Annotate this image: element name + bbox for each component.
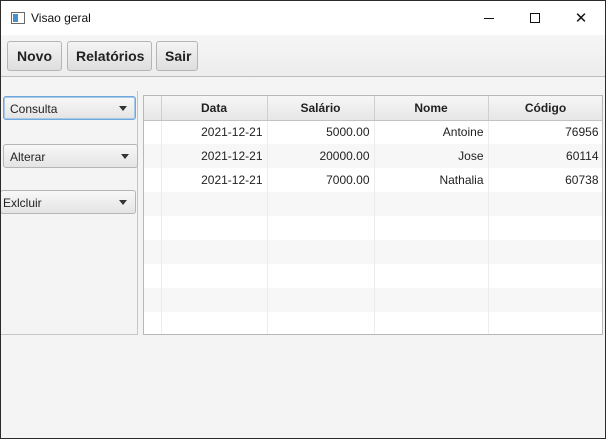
row-spacer-cell — [144, 168, 162, 192]
cell-salario[interactable] — [267, 312, 375, 334]
table-header-row: Data Salário Nome Código — [144, 96, 602, 121]
alterar-select[interactable]: Alterar — [3, 144, 138, 168]
cell-data[interactable] — [161, 312, 268, 334]
table-corner — [144, 96, 162, 121]
chevron-down-icon — [119, 200, 127, 205]
table-row[interactable] — [144, 288, 602, 312]
table-row[interactable] — [144, 216, 602, 240]
cell-salario[interactable]: 20000.00 — [267, 144, 375, 168]
column-header-codigo[interactable]: Código — [488, 96, 602, 121]
cell-nome[interactable] — [374, 192, 489, 216]
novo-button[interactable]: Novo — [7, 41, 62, 71]
cell-salario[interactable]: 7000.00 — [267, 168, 375, 192]
cell-salario[interactable]: 5000.00 — [267, 120, 375, 144]
cell-data[interactable] — [161, 240, 268, 264]
row-spacer-cell — [144, 216, 162, 240]
cell-data[interactable] — [161, 192, 268, 216]
column-header-nome[interactable]: Nome — [374, 96, 489, 121]
sidebar: Consulta Alterar Exlcluir — [1, 91, 138, 335]
cell-nome[interactable] — [374, 216, 489, 240]
data-table[interactable]: Data Salário Nome Código 2021-12-21 5000.… — [143, 95, 603, 335]
cell-codigo[interactable] — [488, 264, 602, 288]
cell-codigo[interactable]: 60738 — [488, 168, 602, 192]
column-header-salario[interactable]: Salário — [267, 96, 375, 121]
row-spacer-cell — [144, 144, 162, 168]
table-row[interactable] — [144, 240, 602, 264]
cell-data[interactable] — [161, 264, 268, 288]
sair-button[interactable]: Sair — [156, 41, 198, 71]
title-bar[interactable]: Visao geral ✕ — [1, 1, 605, 35]
cell-codigo[interactable]: 60114 — [488, 144, 602, 168]
row-spacer-cell — [144, 192, 162, 216]
cell-data[interactable]: 2021-12-21 — [161, 120, 268, 144]
cell-nome[interactable]: Nathalia — [374, 168, 489, 192]
cell-data[interactable]: 2021-12-21 — [161, 168, 268, 192]
table-row[interactable]: 2021-12-21 7000.00 Nathalia 60738 — [144, 168, 602, 192]
cell-nome[interactable]: Jose — [374, 144, 489, 168]
table-row[interactable]: 2021-12-21 5000.00 Antoine 76956 — [144, 120, 602, 144]
cell-codigo[interactable] — [488, 312, 602, 334]
table-row[interactable] — [144, 192, 602, 216]
maximize-button[interactable] — [512, 1, 558, 35]
row-spacer-cell — [144, 264, 162, 288]
row-spacer-cell — [144, 120, 162, 144]
toolbar: Novo Relatórios Sair — [1, 35, 605, 77]
excluir-select-value: Exlcluir — [3, 196, 42, 210]
main-window: Visao geral ✕ Novo Relatórios Sair Consu… — [1, 1, 605, 438]
row-spacer-cell — [144, 312, 162, 334]
cell-nome[interactable] — [374, 264, 489, 288]
chevron-down-icon — [121, 154, 129, 159]
cell-codigo[interactable] — [488, 192, 602, 216]
cell-codigo[interactable] — [488, 240, 602, 264]
cell-salario[interactable] — [267, 288, 375, 312]
cell-data[interactable] — [161, 216, 268, 240]
cell-data[interactable]: 2021-12-21 — [161, 144, 268, 168]
cell-nome[interactable] — [374, 312, 489, 334]
excluir-select[interactable]: Exlcluir — [1, 190, 136, 214]
cell-data[interactable] — [161, 288, 268, 312]
cell-salario[interactable] — [267, 240, 375, 264]
table-row[interactable]: 2021-12-21 20000.00 Jose 60114 — [144, 144, 602, 168]
cell-codigo[interactable]: 76956 — [488, 120, 602, 144]
relatorios-button[interactable]: Relatórios — [67, 41, 152, 71]
cell-codigo[interactable] — [488, 288, 602, 312]
close-icon: ✕ — [574, 8, 588, 27]
cell-nome[interactable] — [374, 240, 489, 264]
cell-codigo[interactable] — [488, 216, 602, 240]
cell-salario[interactable] — [267, 264, 375, 288]
minimize-button[interactable] — [466, 1, 512, 35]
row-spacer-cell — [144, 288, 162, 312]
cell-nome[interactable]: Antoine — [374, 120, 489, 144]
table-row[interactable] — [144, 312, 602, 334]
column-header-data[interactable]: Data — [161, 96, 268, 121]
row-spacer-cell — [144, 240, 162, 264]
consulta-select-value: Consulta — [10, 102, 58, 116]
maximize-icon — [530, 13, 540, 23]
close-button[interactable]: ✕ — [558, 1, 604, 35]
minimize-icon — [484, 17, 494, 19]
cell-salario[interactable] — [267, 192, 375, 216]
cell-nome[interactable] — [374, 288, 489, 312]
chevron-down-icon — [119, 106, 127, 111]
consulta-select[interactable]: Consulta — [3, 96, 136, 120]
table-row[interactable] — [144, 264, 602, 288]
alterar-select-value: Alterar — [10, 150, 46, 164]
app-window-icon — [11, 12, 25, 24]
cell-salario[interactable] — [267, 216, 375, 240]
window-title: Visao geral — [31, 11, 91, 25]
